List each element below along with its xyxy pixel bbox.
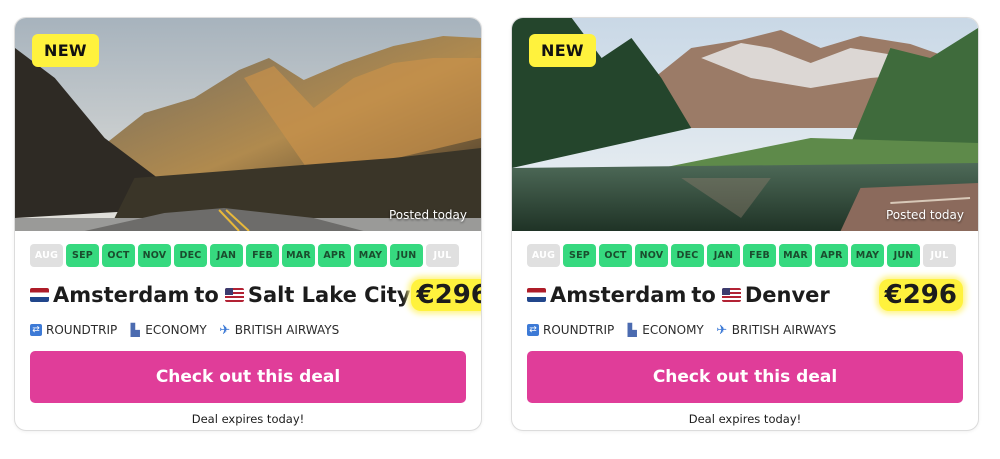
new-badge: NEW	[32, 34, 99, 67]
airline: ✈ BRITISH AIRWAYS	[219, 323, 339, 337]
month-chip: SEP	[563, 244, 596, 267]
destination-photo[interactable]: NEW Posted today	[15, 18, 481, 231]
airline-label: BRITISH AIRWAYS	[234, 323, 340, 337]
month-chip: MAY	[851, 244, 884, 267]
month-chip: OCT	[102, 244, 135, 267]
deal-expiry: Deal expires today!	[191, 412, 305, 426]
airline: ✈ BRITISH AIRWAYS	[716, 323, 836, 337]
month-chip: FEB	[743, 244, 776, 267]
route-row: Amsterdam to Denver €296	[527, 275, 963, 315]
deal-details: ⇄ ROUNDTRIP ▙ ECONOMY ✈ BRITISH AIRWAYS	[527, 323, 978, 337]
airplane-icon: ✈	[219, 322, 231, 338]
deal-details: ⇄ ROUNDTRIP ▙ ECONOMY ✈ BRITISH AIRWAYS	[30, 323, 481, 337]
deal-price: €296	[410, 279, 481, 311]
route-connector: to	[691, 283, 716, 307]
deal-card[interactable]: NEW Posted today AUG SEP OCT NOV DEC JAN…	[511, 17, 979, 431]
route-title[interactable]: Amsterdam to Denver	[527, 283, 830, 307]
airplane-icon: ✈	[716, 322, 728, 338]
month-chip: JUN	[390, 244, 423, 267]
route-row: Amsterdam to Salt Lake City €296	[30, 275, 481, 315]
month-chip: JAN	[210, 244, 243, 267]
check-deal-button[interactable]: Check out this deal	[527, 351, 963, 403]
origin-city: Amsterdam	[53, 283, 190, 307]
month-chip: MAR	[779, 244, 812, 267]
cabin-label: ECONOMY	[145, 323, 207, 337]
origin-city: Amsterdam	[550, 283, 687, 307]
destination-photo[interactable]: NEW Posted today	[512, 18, 978, 231]
route-title[interactable]: Amsterdam to Salt Lake City	[30, 283, 411, 307]
cabin-class: ▙ ECONOMY	[626, 323, 704, 337]
month-chip: NOV	[138, 244, 171, 267]
month-chip: JUL	[923, 244, 956, 267]
route-connector: to	[194, 283, 219, 307]
destination-city: Denver	[744, 283, 830, 307]
posted-date: Posted today	[885, 208, 964, 222]
cabin-class: ▙ ECONOMY	[129, 323, 207, 337]
month-chip: AUG	[30, 244, 63, 267]
deal-cards: NEW Posted today AUG SEP OCT NOV DEC JAN…	[0, 0, 1000, 459]
seat-icon: ▙	[627, 323, 637, 337]
deal-card[interactable]: NEW Posted today AUG SEP OCT NOV DEC JAN…	[14, 17, 482, 431]
cabin-label: ECONOMY	[642, 323, 704, 337]
month-chip: JAN	[707, 244, 740, 267]
month-chip: NOV	[635, 244, 668, 267]
seat-icon: ▙	[130, 323, 140, 337]
travel-months: AUG SEP OCT NOV DEC JAN FEB MAR APR MAY …	[527, 244, 978, 267]
month-chip: AUG	[527, 244, 560, 267]
trip-type: ⇄ ROUNDTRIP	[527, 323, 614, 337]
month-chip: SEP	[66, 244, 99, 267]
month-chip: OCT	[599, 244, 632, 267]
check-deal-button[interactable]: Check out this deal	[30, 351, 466, 403]
deal-price: €296	[878, 279, 963, 311]
destination-city: Salt Lake City	[247, 283, 411, 307]
trip-type-label: ROUNDTRIP	[543, 323, 615, 337]
month-chip: APR	[815, 244, 848, 267]
posted-date: Posted today	[388, 208, 467, 222]
month-chip: MAY	[354, 244, 387, 267]
new-badge: NEW	[529, 34, 596, 67]
trip-type: ⇄ ROUNDTRIP	[30, 323, 117, 337]
netherlands-flag-icon	[527, 288, 546, 302]
roundtrip-icon: ⇄	[30, 324, 42, 336]
usa-flag-icon	[224, 288, 244, 302]
deal-expiry: Deal expires today!	[688, 412, 802, 426]
month-chip: JUL	[426, 244, 459, 267]
month-chip: DEC	[671, 244, 704, 267]
roundtrip-icon: ⇄	[527, 324, 539, 336]
month-chip: DEC	[174, 244, 207, 267]
usa-flag-icon	[721, 288, 741, 302]
month-chip: JUN	[887, 244, 920, 267]
travel-months: AUG SEP OCT NOV DEC JAN FEB MAR APR MAY …	[30, 244, 481, 267]
airline-label: BRITISH AIRWAYS	[731, 323, 837, 337]
month-chip: APR	[318, 244, 351, 267]
month-chip: MAR	[282, 244, 315, 267]
month-chip: FEB	[246, 244, 279, 267]
netherlands-flag-icon	[30, 288, 49, 302]
trip-type-label: ROUNDTRIP	[46, 323, 118, 337]
